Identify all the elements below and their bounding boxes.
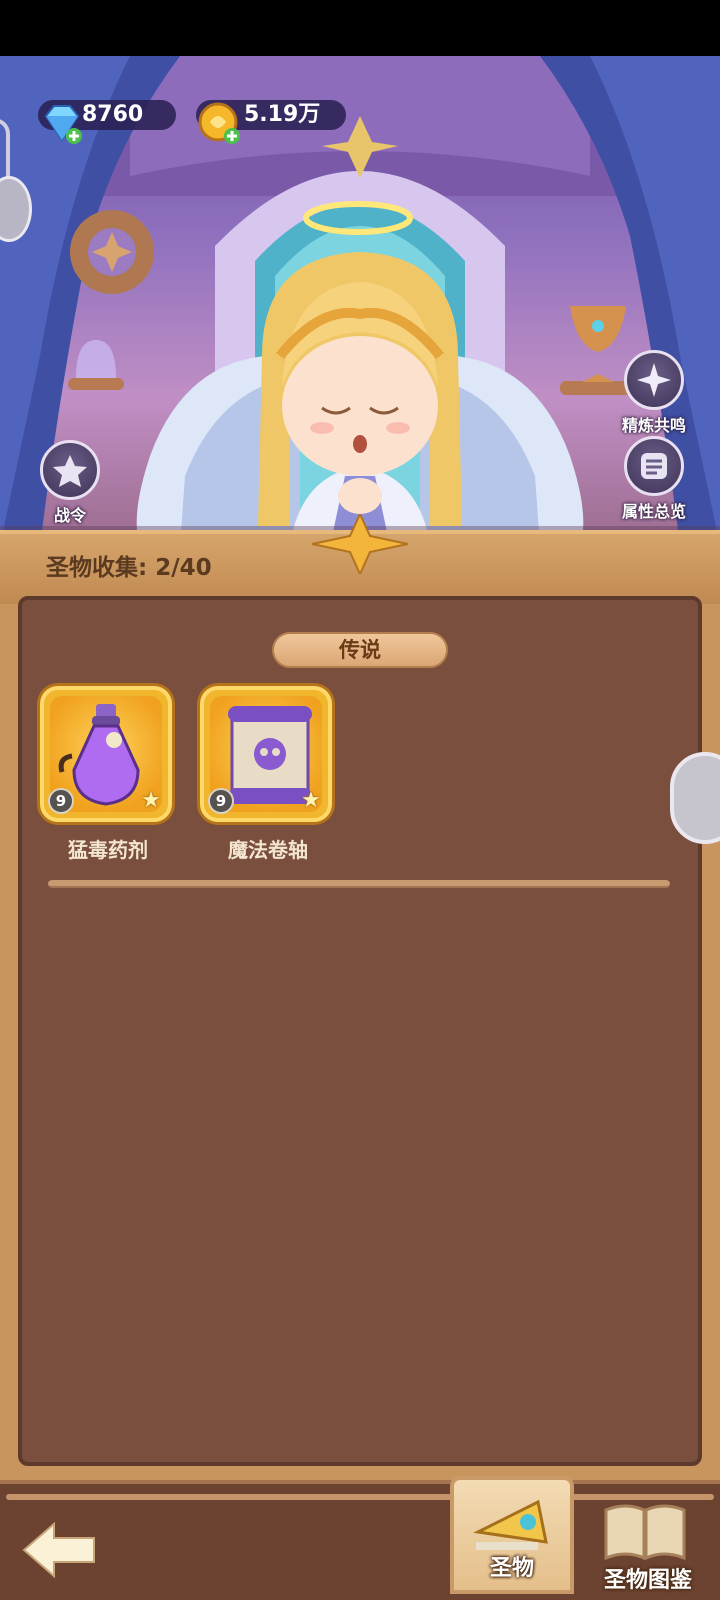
tab-relic-codex-label: 圣物图鉴 (603, 1568, 692, 1593)
gold-amount: 5.19万 (244, 102, 321, 127)
gem-counter[interactable]: 8760 (38, 100, 176, 144)
tab-relics-label: 圣物 (489, 1556, 534, 1581)
refine-resonance-label: 精炼共鸣 (621, 416, 686, 435)
relic-level-badge: 9 (208, 788, 234, 814)
gem-amount: 8760 (82, 102, 144, 127)
refine-resonance-button[interactable]: 精炼共鸣 (612, 350, 696, 436)
tab-relics[interactable]: 圣物 (450, 1476, 574, 1594)
status-bar (0, 0, 720, 56)
section-title-legendary: 传说 (272, 632, 448, 668)
gold-counter[interactable]: 5.19万 (196, 100, 346, 144)
star-icon: ★ (301, 788, 321, 813)
attribute-overview-label: 属性总览 (621, 502, 686, 521)
relic-card-magic-scroll[interactable]: 9 ★ 魔法卷轴 (200, 686, 336, 863)
bottom-nav: 圣物 圣物图鉴 (0, 1476, 720, 1600)
sanctuary-scene: 8760 5.19万 战令 精炼共鸣 属性总览 (0, 56, 720, 546)
section-divider (48, 880, 670, 888)
battle-pass-icon (40, 440, 100, 500)
attribute-overview-button[interactable]: 属性总览 (612, 436, 696, 522)
relic-level-badge: 9 (48, 788, 74, 814)
diamond-icon (44, 105, 82, 144)
relic-frame: 9 ★ (40, 686, 172, 822)
relic-card-poison-potion[interactable]: 9 ★ 猛毒药剂 (40, 686, 176, 863)
gold-coin-icon (198, 102, 240, 144)
battle-pass-label: 战令 (53, 506, 86, 525)
sparkle-icon (624, 350, 684, 410)
back-arrow-icon[interactable] (20, 1520, 100, 1580)
scroll-icon (624, 436, 684, 496)
book-icon (604, 1504, 686, 1561)
side-chat-handle[interactable] (670, 752, 720, 844)
panel-ornament-icon (312, 514, 408, 574)
tab-relic-codex[interactable]: 圣物图鉴 (586, 1484, 710, 1600)
battle-pass-button[interactable]: 战令 (28, 440, 112, 526)
relic-name: 魔法卷轴 (228, 838, 308, 862)
star-icon: ★ (141, 788, 161, 813)
relic-name: 猛毒药剂 (68, 838, 148, 862)
relic-list[interactable]: 传说 9 ★ 猛毒药剂 9 ★ 魔法卷轴 (18, 596, 702, 1466)
collection-count: 圣物收集: 2/40 (46, 555, 212, 581)
relic-frame: 9 ★ (200, 686, 332, 822)
relic-collection-panel: 圣物收集: 2/40 传说 9 ★ 猛毒药剂 9 ★ 魔法卷轴 (0, 514, 720, 1480)
